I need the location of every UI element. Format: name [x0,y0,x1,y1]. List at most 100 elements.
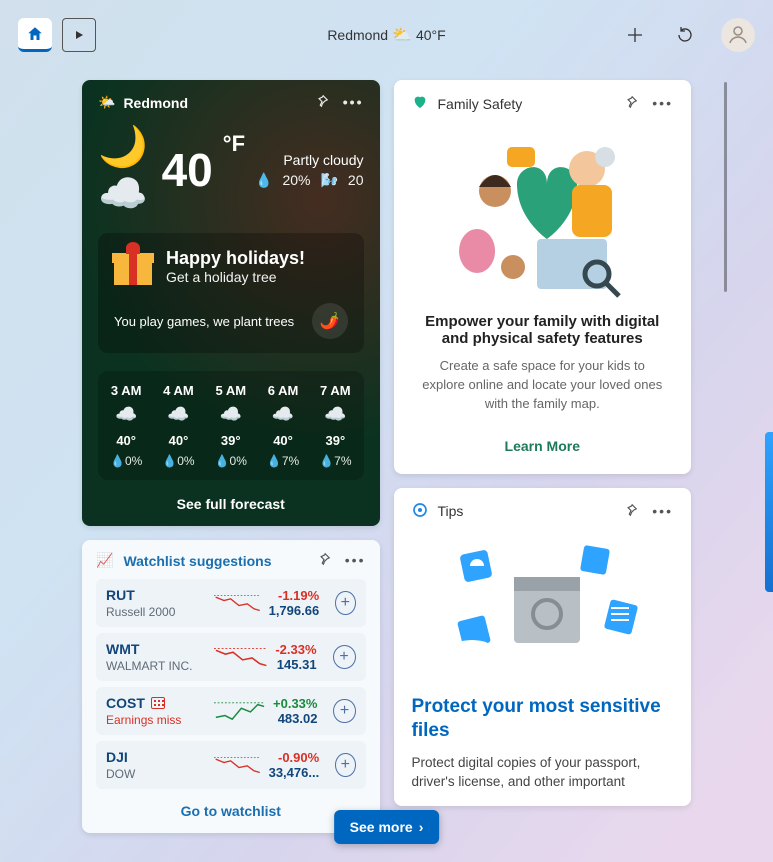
weather-summary: Partly cloudy [255,152,363,168]
forecast-hour[interactable]: 3 AM☁️40°💧0% [100,383,152,468]
ticker-symbol: DJI [106,749,206,765]
hourly-forecast: 3 AM☁️40°💧0% 4 AM☁️40°💧0% 5 AM☁️39°💧0% 6… [98,371,364,480]
holiday-promo[interactable]: Happy holidays! Get a holiday tree You p… [98,233,364,353]
add-to-watchlist-button[interactable]: + [333,699,355,723]
ticker-name: DOW [106,767,206,781]
watchlist-row[interactable]: RUTRussell 2000-1.19%1,796.66+ [96,579,366,627]
ticker-name: WALMART INC. [106,659,206,673]
weather-icon: ⛅ [392,25,412,45]
watchlist-header: Watchlist suggestions [123,553,271,569]
price: 483.02 [273,711,317,726]
add-to-watchlist-button[interactable]: + [335,591,355,615]
sun-icon: 🌤️ [98,94,115,111]
percent-change: -2.33% [275,642,316,657]
more-icon[interactable]: ••• [345,552,366,569]
scrollbar[interactable] [724,82,727,292]
profile-button[interactable] [721,18,755,52]
home-icon [26,25,44,43]
ticker-symbol: COST [106,695,206,711]
cloud-icon: ☁️ [152,404,204,425]
tips-card: Tips ••• [394,488,692,806]
weather-header: 🌤️ Redmond ••• [98,94,364,111]
promo-footer: You play games, we plant trees [114,314,294,329]
pin-icon[interactable] [315,94,329,111]
edge-accent [765,432,773,592]
gift-icon [114,247,152,285]
weather-location: Redmond [123,95,188,111]
percent-change: -0.90% [269,750,320,765]
family-safety-header: Family Safety [438,96,523,112]
learn-more-link[interactable]: Learn More [412,438,674,454]
cloud-icon: ☁️ [100,404,152,425]
tips-title: Protect your most sensitive files [412,695,674,744]
family-illustration [412,119,674,309]
pin-icon[interactable] [317,552,331,569]
plus-icon [626,26,644,44]
heart-shield-icon [412,94,428,113]
home-button[interactable] [18,18,52,52]
chevron-right-icon: › [419,819,424,835]
price: 1,796.66 [269,603,320,618]
add-to-watchlist-button[interactable]: + [335,753,355,777]
pin-icon[interactable] [624,503,638,520]
more-icon[interactable]: ••• [343,94,364,111]
sparkline [214,590,261,616]
see-more-button[interactable]: See more › [334,810,440,844]
promo-sub: Get a holiday tree [166,269,305,285]
refresh-icon [676,26,694,44]
top-right-actions [621,18,755,52]
forecast-hour[interactable]: 6 AM☁️40°💧7% [257,383,309,468]
partly-cloudy-icon: 🌙☁️ [98,123,152,217]
cloud-icon: ☁️ [205,404,257,425]
refresh-button[interactable] [671,21,699,49]
location-summary[interactable]: Redmond ⛅ 40°F [327,25,445,45]
add-button[interactable] [621,21,649,49]
tips-illustration [412,527,674,687]
more-icon[interactable]: ••• [652,95,673,112]
temp-unit: °F [223,131,245,157]
family-title: Empower your family with digital and phy… [412,313,674,347]
right-column: Family Safety ••• [394,80,692,862]
video-button[interactable] [62,18,96,52]
family-sub: Create a safe space for your kids to exp… [412,357,674,414]
price: 33,476... [269,765,320,780]
sparkline [214,752,261,778]
add-to-watchlist-button[interactable]: + [333,645,356,669]
earnings-icon [151,697,165,709]
forecast-hour[interactable]: 7 AM☁️39°💧7% [309,383,361,468]
droplet-icon: 💧 [255,172,272,189]
person-icon [726,23,750,47]
watchlist-row[interactable]: COST Earnings miss +0.33%483.02 + [96,687,366,735]
weather-card[interactable]: 🌤️ Redmond ••• 🌙☁️ 40 °F Partly cloudy 💧… [82,80,380,526]
promo-title: Happy holidays! [166,248,305,269]
see-more-label: See more [350,819,413,835]
precip-value: 20% [282,172,310,188]
watchlist-row[interactable]: DJI DOW -0.90%33,476... + [96,741,366,789]
aqi-icon: 🌬️ [320,172,337,189]
more-icon[interactable]: ••• [652,503,673,520]
watchlist-row[interactable]: WMT WALMART INC. -2.33%145.31 + [96,633,366,681]
tips-icon [412,502,428,521]
go-to-watchlist-link[interactable]: Go to watchlist [96,803,366,819]
tips-sub: Protect digital copies of your passport,… [412,754,674,792]
percent-change: +0.33% [273,696,317,711]
location-temp: 40°F [416,27,446,43]
left-column: 🌤️ Redmond ••• 🌙☁️ 40 °F Partly cloudy 💧… [82,80,380,862]
play-icon [71,29,87,41]
widgets-panel: 🌤️ Redmond ••• 🌙☁️ 40 °F Partly cloudy 💧… [82,80,691,862]
see-full-forecast-link[interactable]: See full forecast [98,496,364,512]
chili-icon: 🌶️ [312,303,348,339]
ticker-name: Earnings miss [106,713,206,727]
cloud-icon: ☁️ [309,404,361,425]
forecast-hour[interactable]: 4 AM☁️40°💧0% [152,383,204,468]
forecast-hour[interactable]: 5 AM☁️39°💧0% [205,383,257,468]
watchlist-card: 📈 Watchlist suggestions ••• RUTRussell 2… [82,540,380,833]
pin-icon[interactable] [624,95,638,112]
stocks-icon: 📈 [96,552,113,569]
aqi-value: 20 [348,172,364,188]
price: 145.31 [275,657,316,672]
sparkline [214,698,265,724]
top-bar: Redmond ⛅ 40°F [0,0,773,70]
temp-value: 40 [162,143,213,197]
ticker-symbol: WMT [106,641,206,657]
